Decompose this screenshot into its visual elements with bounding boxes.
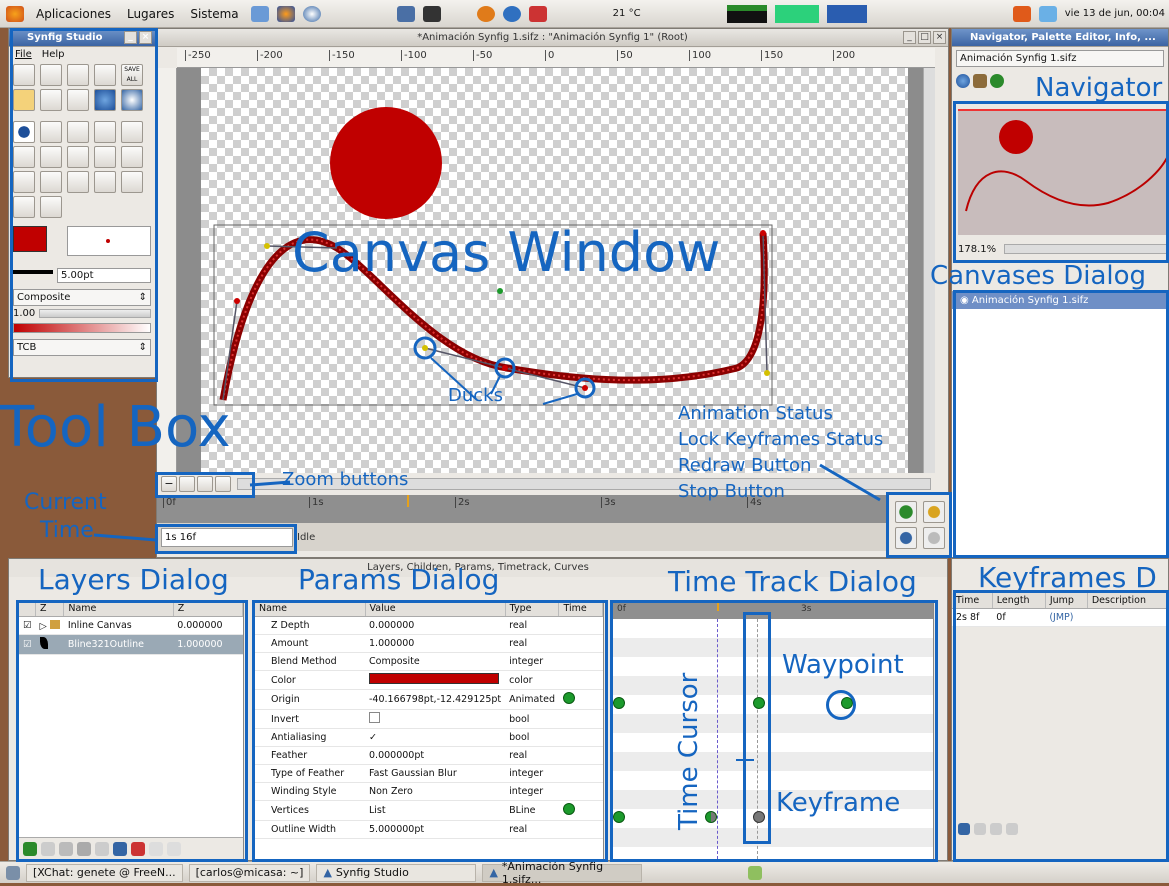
time-cursor-label: Time Cursor [674,672,704,830]
waypoint-label: Waypoint [782,650,904,680]
zoom-buttons-label: Zoom buttons [282,469,409,490]
keyframes-dialog-label: Keyframes D [978,561,1157,594]
keyframe-label: Keyframe [776,788,901,818]
current-time-label-1: Current [24,490,107,515]
annotation-lines [93,463,881,761]
time-track-label: Time Track Dialog [668,565,917,598]
params-dialog-label: Params Dialog [298,563,500,596]
layers-dialog-label: Layers Dialog [38,563,229,596]
current-time-label-2: Time [40,518,94,543]
